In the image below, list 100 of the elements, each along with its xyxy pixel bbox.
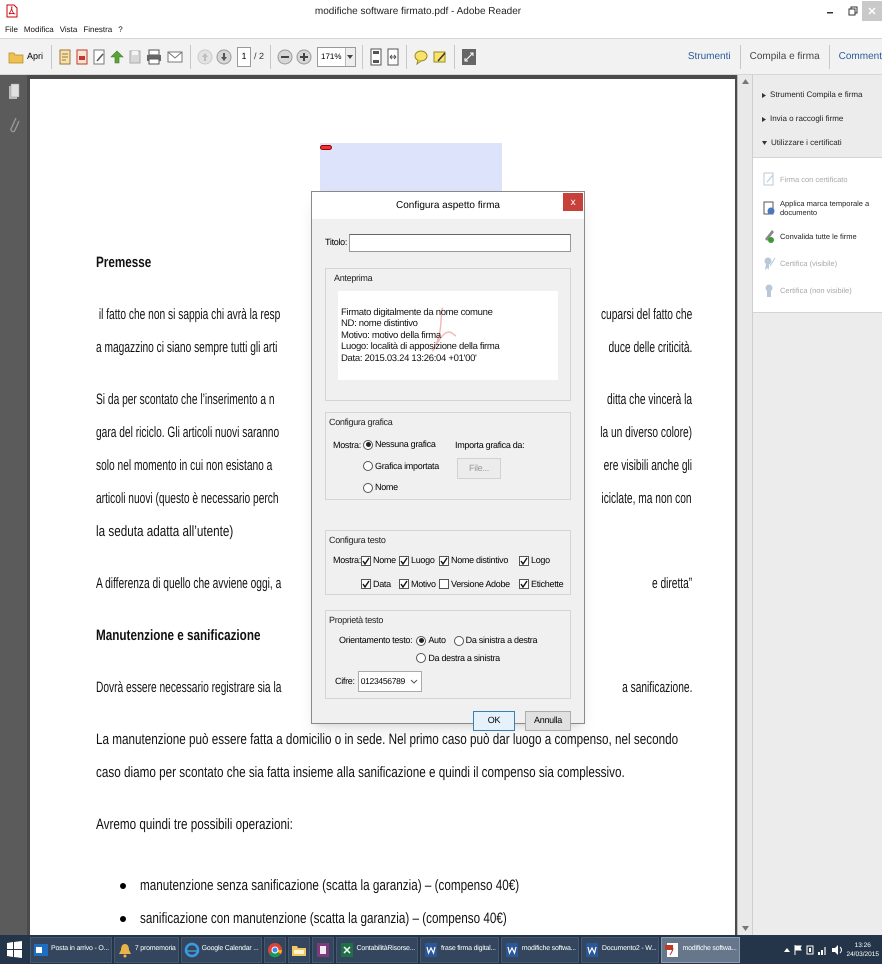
caret-icon <box>410 679 418 684</box>
checkbox[interactable] <box>439 556 449 566</box>
page-field[interactable]: 1 <box>237 46 252 66</box>
text-line: A differenza di quello che avviene oggi, a <box>96 574 282 592</box>
option-label: Luogo <box>411 554 435 567</box>
text-line: e diretta” <box>652 574 692 592</box>
preview-line: Firmato digitalmente da nome comune <box>341 306 494 318</box>
dialog-title: Configura aspetto firma <box>396 199 500 213</box>
dialog-button[interactable]: OK <box>473 711 515 731</box>
radio-button[interactable] <box>416 653 426 664</box>
option-label: Grafica importata <box>375 460 439 473</box>
flag-icon <box>794 944 802 954</box>
option-label: Versione Adobe <box>451 578 510 590</box>
option-label: Logo <box>531 554 550 567</box>
window-title: modifiche software firmato.pdf - Adobe Reader <box>314 4 522 18</box>
expand-icon[interactable] <box>460 48 476 66</box>
speaker-icon <box>832 944 842 954</box>
radio-button[interactable] <box>363 461 373 472</box>
preview-line: ND: nome distintivo <box>341 318 419 330</box>
caret-right-icon <box>762 92 766 98</box>
group-title: Anteprima <box>334 272 374 284</box>
text-line: a sanificazione. <box>622 678 692 696</box>
globe-icon <box>184 942 200 958</box>
checkbox[interactable] <box>399 556 409 566</box>
fit-width-icon[interactable] <box>386 46 400 66</box>
text-line: sanificazione con manutenzione (scatta la garanzia) – (compenso 40€) <box>140 910 507 928</box>
dialog-button[interactable]: Annulla <box>525 711 571 731</box>
signal-icon <box>818 944 828 954</box>
arrow-down-icon[interactable] <box>216 48 232 64</box>
pane-link[interactable]: Strumenti <box>688 49 731 64</box>
signature-field[interactable] <box>320 143 502 191</box>
menu-item[interactable]: Modifica <box>24 24 54 36</box>
fit-page-icon[interactable] <box>368 46 382 66</box>
checkbox[interactable] <box>519 579 529 590</box>
paperclip-icon[interactable] <box>8 115 20 135</box>
radio-button[interactable] <box>363 440 373 450</box>
panel-section-header[interactable]: Invia o raccogli firme <box>762 113 882 125</box>
option-label: Nome <box>375 481 398 494</box>
arrow-up-icon[interactable] <box>742 79 748 84</box>
option-label: Data <box>373 578 391 590</box>
text-line: iciclate, ma non con <box>602 490 692 508</box>
menu-item[interactable]: ? <box>118 24 123 36</box>
text-line: Avremo quindi tre possibili operazioni: <box>96 816 293 834</box>
caret-right-icon <box>762 116 766 122</box>
taskbar-button[interactable] <box>312 936 334 962</box>
panel-section-header[interactable]: Utilizzare i certificati <box>762 137 882 149</box>
field-label: Titolo: <box>325 236 348 250</box>
taskbar-button[interactable] <box>264 936 286 962</box>
edit-document-icon[interactable] <box>92 48 106 66</box>
checkbox[interactable] <box>361 579 371 590</box>
highlight-icon[interactable] <box>432 48 448 64</box>
pdf-document-icon[interactable] <box>75 48 90 66</box>
ring-logo-icon <box>266 942 283 958</box>
digits-dropdown[interactable]: 0123456789 <box>358 671 422 692</box>
spreadsheet-icon <box>338 942 355 958</box>
panel-section-header[interactable]: Strumenti Compila e firma <box>762 89 882 101</box>
print-icon[interactable] <box>145 48 164 66</box>
text-line: gara del riciclo. Gli articoli nuovi saranno <box>96 424 280 442</box>
checkbox[interactable] <box>361 556 371 566</box>
radio-button[interactable] <box>363 482 373 493</box>
document-icon <box>423 942 439 958</box>
zoom-dropdown[interactable]: 171% <box>317 46 356 66</box>
zoom-in-icon[interactable] <box>296 48 312 64</box>
preview-line: Data: 2015.03.24 13:26:04 +01'00' <box>341 352 478 364</box>
text-line: ditta che vincerà la <box>606 390 692 408</box>
checkbox[interactable] <box>399 579 409 590</box>
group-title: Proprietà testo <box>329 614 384 626</box>
open-button[interactable]: Apri <box>6 44 46 70</box>
section-heading: Manutenzione e sanificazione <box>96 626 260 644</box>
text-line: ere visibili anche gli <box>604 456 692 474</box>
field-label: Orientamento testo: <box>338 634 414 646</box>
close-button[interactable]: x <box>563 193 583 211</box>
bell-icon <box>116 942 133 958</box>
checkbox[interactable] <box>439 579 449 590</box>
zoom-out-icon[interactable] <box>277 48 294 64</box>
clock-document-icon <box>762 200 776 216</box>
pages-icon[interactable] <box>8 83 20 101</box>
bullet-icon <box>120 882 126 888</box>
radio-button[interactable] <box>454 636 464 646</box>
radio-button[interactable] <box>416 636 426 646</box>
ribbon-pen-icon <box>762 256 776 271</box>
menu-item[interactable]: Finestra <box>83 24 112 36</box>
checkbox[interactable] <box>519 556 529 566</box>
title-input[interactable] <box>349 234 571 252</box>
pen-check-icon <box>762 229 776 244</box>
document-icon[interactable] <box>58 48 72 66</box>
preview-line: Motivo: motivo della firma <box>341 330 442 342</box>
arrow-down-icon[interactable] <box>742 926 748 931</box>
menu-item[interactable]: File <box>5 24 18 36</box>
pane-link[interactable]: Comment <box>838 49 882 64</box>
notebook-icon <box>314 942 331 958</box>
text-line: a magazzino ci siano sempre tutti gli arti <box>96 338 278 356</box>
taskbar-button[interactable] <box>288 936 310 962</box>
document-icon <box>504 942 520 958</box>
scrollbar[interactable] <box>737 75 752 935</box>
option-label: Nome distintivo <box>451 554 508 567</box>
menu-item[interactable]: Vista <box>60 24 78 36</box>
field-label: Mostra: <box>333 439 362 452</box>
pane-link[interactable]: Compila e firma <box>750 49 820 64</box>
folder-icon <box>8 50 24 64</box>
